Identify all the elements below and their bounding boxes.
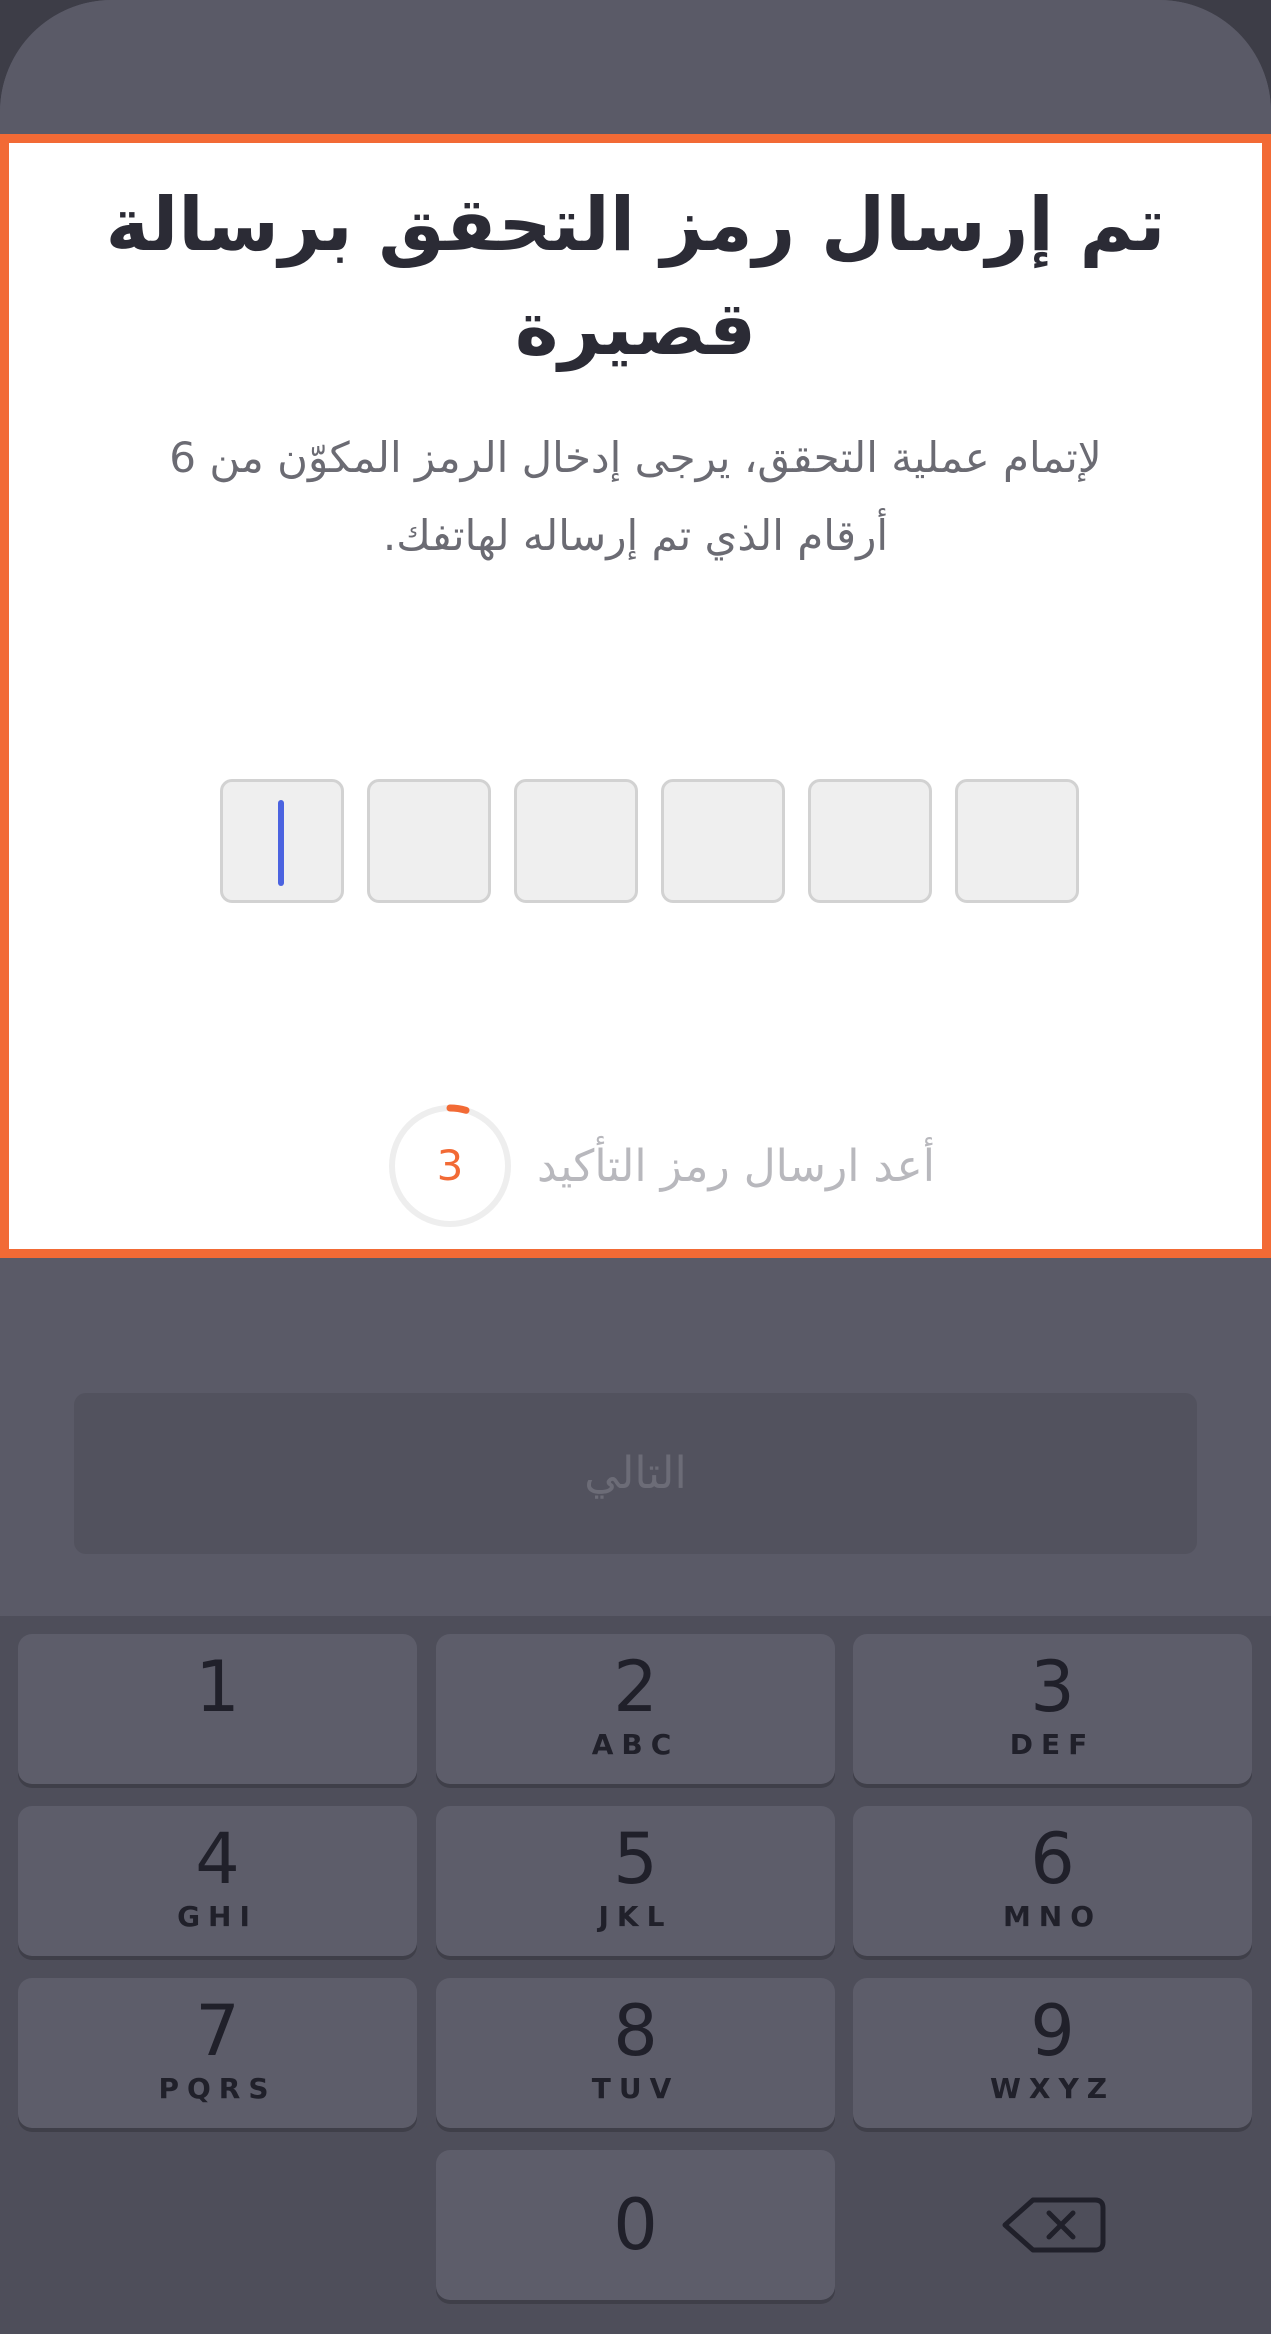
verification-card: تم إرسال رمز التحقق برسالة قصيرة لإتمام …: [0, 134, 1271, 1258]
key-5[interactable]: 5 JKL: [436, 1806, 835, 1956]
key-digit: 7: [195, 1990, 240, 2072]
resend-code-button[interactable]: أعد ارسال رمز التأكيد: [535, 1127, 935, 1207]
key-digit: 5: [613, 1818, 658, 1900]
otp-digit-5[interactable]: [808, 779, 932, 903]
key-letters: MNO: [1002, 1900, 1103, 1933]
backspace-icon: [1002, 2197, 1106, 2253]
key-digit: 8: [613, 1990, 658, 2072]
key-digit: 9: [1030, 1990, 1075, 2072]
key-digit: 0: [613, 2184, 658, 2266]
text-caret: [278, 800, 284, 886]
next-button[interactable]: التالي: [74, 1393, 1197, 1554]
key-3[interactable]: 3 DEF: [853, 1634, 1252, 1784]
key-0[interactable]: 0: [436, 2150, 835, 2300]
key-letters: TUV: [591, 2072, 680, 2105]
key-8[interactable]: 8 TUV: [436, 1978, 835, 2128]
top-dimmed-area: [0, 0, 1271, 134]
otp-digit-4[interactable]: [661, 779, 785, 903]
key-1[interactable]: 1: [18, 1634, 417, 1784]
key-digit: 2: [613, 1646, 658, 1728]
key-digit: 6: [1030, 1818, 1075, 1900]
phone-screen: تم إرسال رمز التحقق برسالة قصيرة لإتمام …: [0, 0, 1271, 2334]
page-title: تم إرسال رمز التحقق برسالة قصيرة: [105, 182, 1166, 372]
otp-digit-2[interactable]: [367, 779, 491, 903]
resend-code-row: 3 أعد ارسال رمز التأكيد: [379, 1103, 939, 1233]
key-9[interactable]: 9 WXYZ: [853, 1978, 1252, 2128]
key-letters: JKL: [598, 1900, 673, 1933]
key-letters: ABC: [591, 1728, 680, 1761]
key-letters: DEF: [1009, 1728, 1096, 1761]
key-4[interactable]: 4 GHI: [18, 1806, 417, 1956]
countdown-value: 3: [436, 1141, 464, 1190]
key-2[interactable]: 2 ABC: [436, 1634, 835, 1784]
instruction-text: لإتمام عملية التحقق، يرجى إدخال الرمز ال…: [169, 433, 1102, 560]
otp-digit-3[interactable]: [514, 779, 638, 903]
key-6[interactable]: 6 MNO: [853, 1806, 1252, 1956]
key-7[interactable]: 7 PQRS: [18, 1978, 417, 2128]
key-digit: 1: [195, 1646, 240, 1728]
key-letters: GHI: [177, 1900, 258, 1933]
backspace-key[interactable]: [853, 2150, 1252, 2300]
key-digit: 3: [1030, 1646, 1075, 1728]
key-letters: PQRS: [158, 2072, 277, 2105]
key-letters: WXYZ: [989, 2072, 1116, 2105]
otp-input-row: [220, 779, 1089, 903]
key-digit: 4: [195, 1818, 240, 1900]
otp-digit-6[interactable]: [955, 779, 1079, 903]
otp-digit-1[interactable]: [220, 779, 344, 903]
